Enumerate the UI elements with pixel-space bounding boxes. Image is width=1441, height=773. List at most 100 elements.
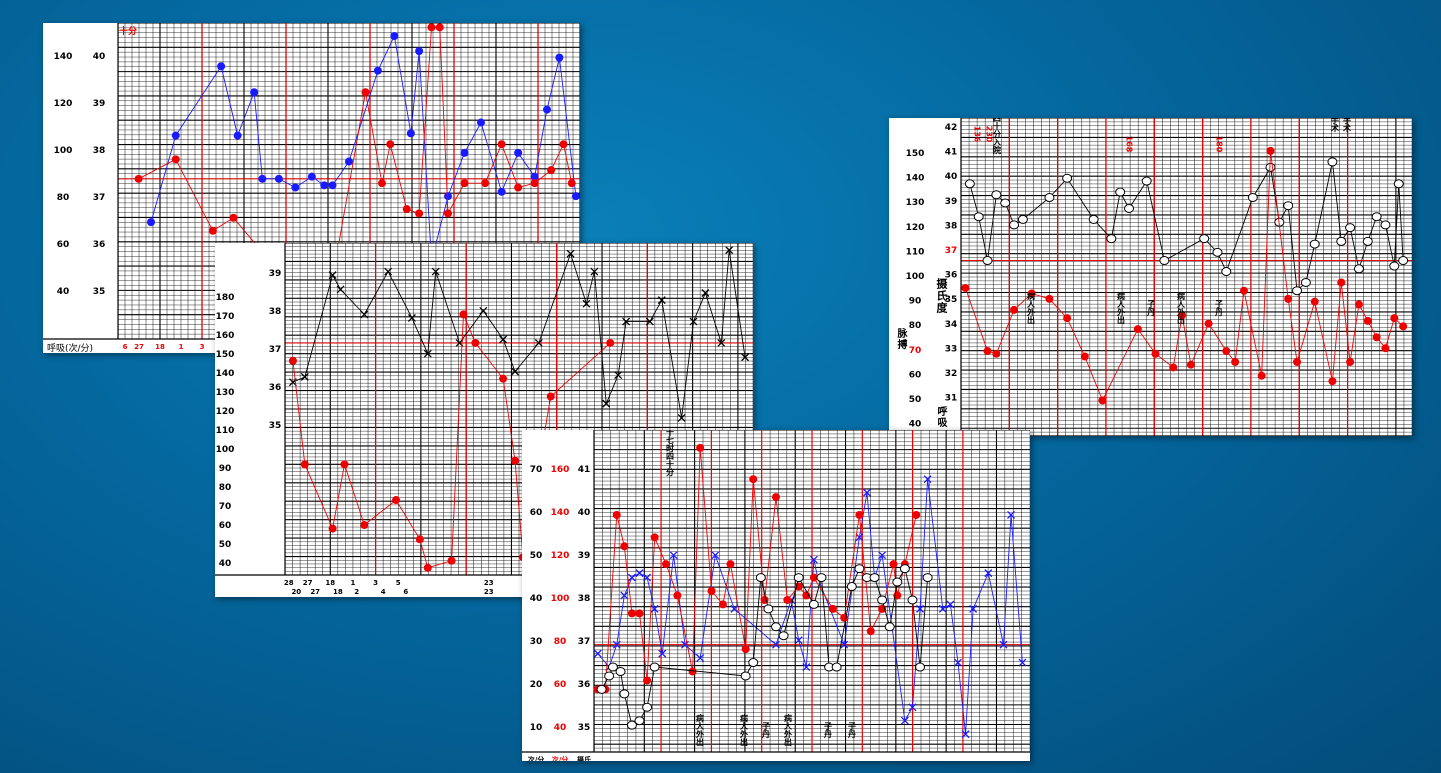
pulse-tick: 120	[551, 551, 570, 561]
data-point	[435, 23, 444, 32]
data-point	[328, 524, 337, 533]
footer-date: 4	[381, 588, 386, 596]
data-point	[650, 533, 659, 542]
data-point	[612, 510, 621, 519]
annotation: 病人外出	[783, 713, 793, 747]
axis-bg	[522, 430, 594, 752]
footer-date: 6	[403, 588, 408, 596]
data-point	[1088, 214, 1099, 224]
chart-d-side-label-resp: 呼吸	[935, 406, 946, 428]
data-point	[840, 613, 849, 622]
data-point	[741, 645, 750, 654]
top-note: 230	[985, 126, 994, 143]
temp-tick: 36	[93, 240, 106, 250]
data-point	[1371, 212, 1382, 222]
data-point	[696, 443, 705, 452]
data-point	[593, 649, 602, 658]
data-point	[642, 702, 653, 712]
data-point	[378, 179, 386, 188]
temp-tick: 35	[93, 287, 106, 297]
temp-tick: 37	[93, 193, 106, 203]
pulse-tick: 80	[909, 321, 922, 331]
annotation: 子丹	[1147, 300, 1156, 317]
axis-bg	[43, 23, 118, 339]
data-point	[899, 564, 910, 574]
pulse-tick: 140	[216, 369, 235, 379]
resp-tick: 10	[530, 723, 543, 733]
data-point	[229, 213, 238, 222]
data-point	[808, 599, 819, 609]
data-point	[567, 179, 576, 188]
data-point	[147, 218, 155, 227]
data-point	[499, 335, 508, 344]
footer-date: 18	[176, 352, 186, 353]
data-point	[1247, 193, 1258, 202]
footer-date: 20	[291, 588, 301, 596]
chart-c-svg: 41 40 39 38 37 36 35 160 140 120 100 80 60 40 70 60 50 40…	[522, 430, 1030, 761]
data-point	[274, 174, 283, 183]
data-point	[1328, 377, 1337, 386]
data-point	[1362, 236, 1373, 246]
data-point	[559, 140, 568, 149]
annotation: 入院时间十七时四十分	[666, 430, 675, 477]
data-point	[360, 521, 369, 530]
data-point	[1231, 357, 1240, 366]
footer-date: 23	[484, 588, 494, 596]
data-point	[546, 392, 555, 401]
resp-tick: 60	[530, 508, 543, 518]
chart-a-footer-label: 呼吸(次/分)	[47, 344, 94, 353]
data-point	[1399, 322, 1408, 331]
data-point	[619, 689, 630, 699]
data-point	[1363, 316, 1372, 325]
data-point	[566, 249, 575, 258]
data-point	[1080, 352, 1089, 361]
data-point	[991, 190, 1002, 200]
data-point	[460, 179, 469, 188]
temp-tick: 37	[578, 637, 591, 647]
data-point	[392, 496, 401, 505]
data-point	[328, 181, 337, 190]
annotation: 病人外出	[1026, 291, 1036, 325]
pulse-tick: 110	[906, 247, 925, 257]
data-point	[673, 591, 682, 600]
pulse-tick: 110	[216, 426, 235, 436]
data-point	[1045, 294, 1054, 303]
temp-tick: 37	[945, 246, 958, 256]
temp-tick: 35	[578, 723, 591, 733]
data-point	[514, 183, 523, 192]
data-point	[543, 105, 551, 114]
data-point	[992, 349, 1001, 358]
pulse-tick: 60	[219, 521, 232, 531]
pulse-tick: 40	[219, 559, 232, 569]
data-point	[889, 560, 898, 569]
data-point	[320, 181, 329, 190]
footer-date: 18	[325, 579, 335, 587]
data-point	[444, 192, 452, 201]
footer-label: 次/分	[552, 755, 569, 761]
data-point	[208, 226, 217, 235]
data-point	[884, 622, 895, 632]
chart-a-top-note: 十分	[119, 27, 138, 37]
footer-date: 28	[127, 352, 137, 353]
data-point	[1221, 267, 1232, 277]
chart-d-side-label-temp: 摄氏度	[935, 278, 948, 314]
data-point	[662, 560, 671, 569]
footer-date: 27	[310, 588, 320, 596]
series-line	[597, 447, 917, 690]
temp-tick: 32	[945, 369, 958, 379]
temp-tick: 39	[269, 269, 282, 279]
footer-date: 5	[396, 579, 401, 587]
temp-tick: 36	[578, 680, 591, 690]
pulse-tick: 40	[57, 287, 70, 297]
data-point	[707, 587, 716, 595]
data-point	[855, 510, 864, 519]
temp-tick: 31	[945, 394, 958, 404]
data-point	[307, 172, 316, 181]
top-note: 180	[1215, 136, 1224, 153]
data-point	[635, 609, 644, 618]
pulse-tick: 120	[216, 407, 235, 417]
temp-tick: 41	[945, 148, 958, 158]
data-point	[1293, 357, 1302, 366]
data-point	[481, 179, 490, 188]
data-point	[1398, 256, 1409, 266]
